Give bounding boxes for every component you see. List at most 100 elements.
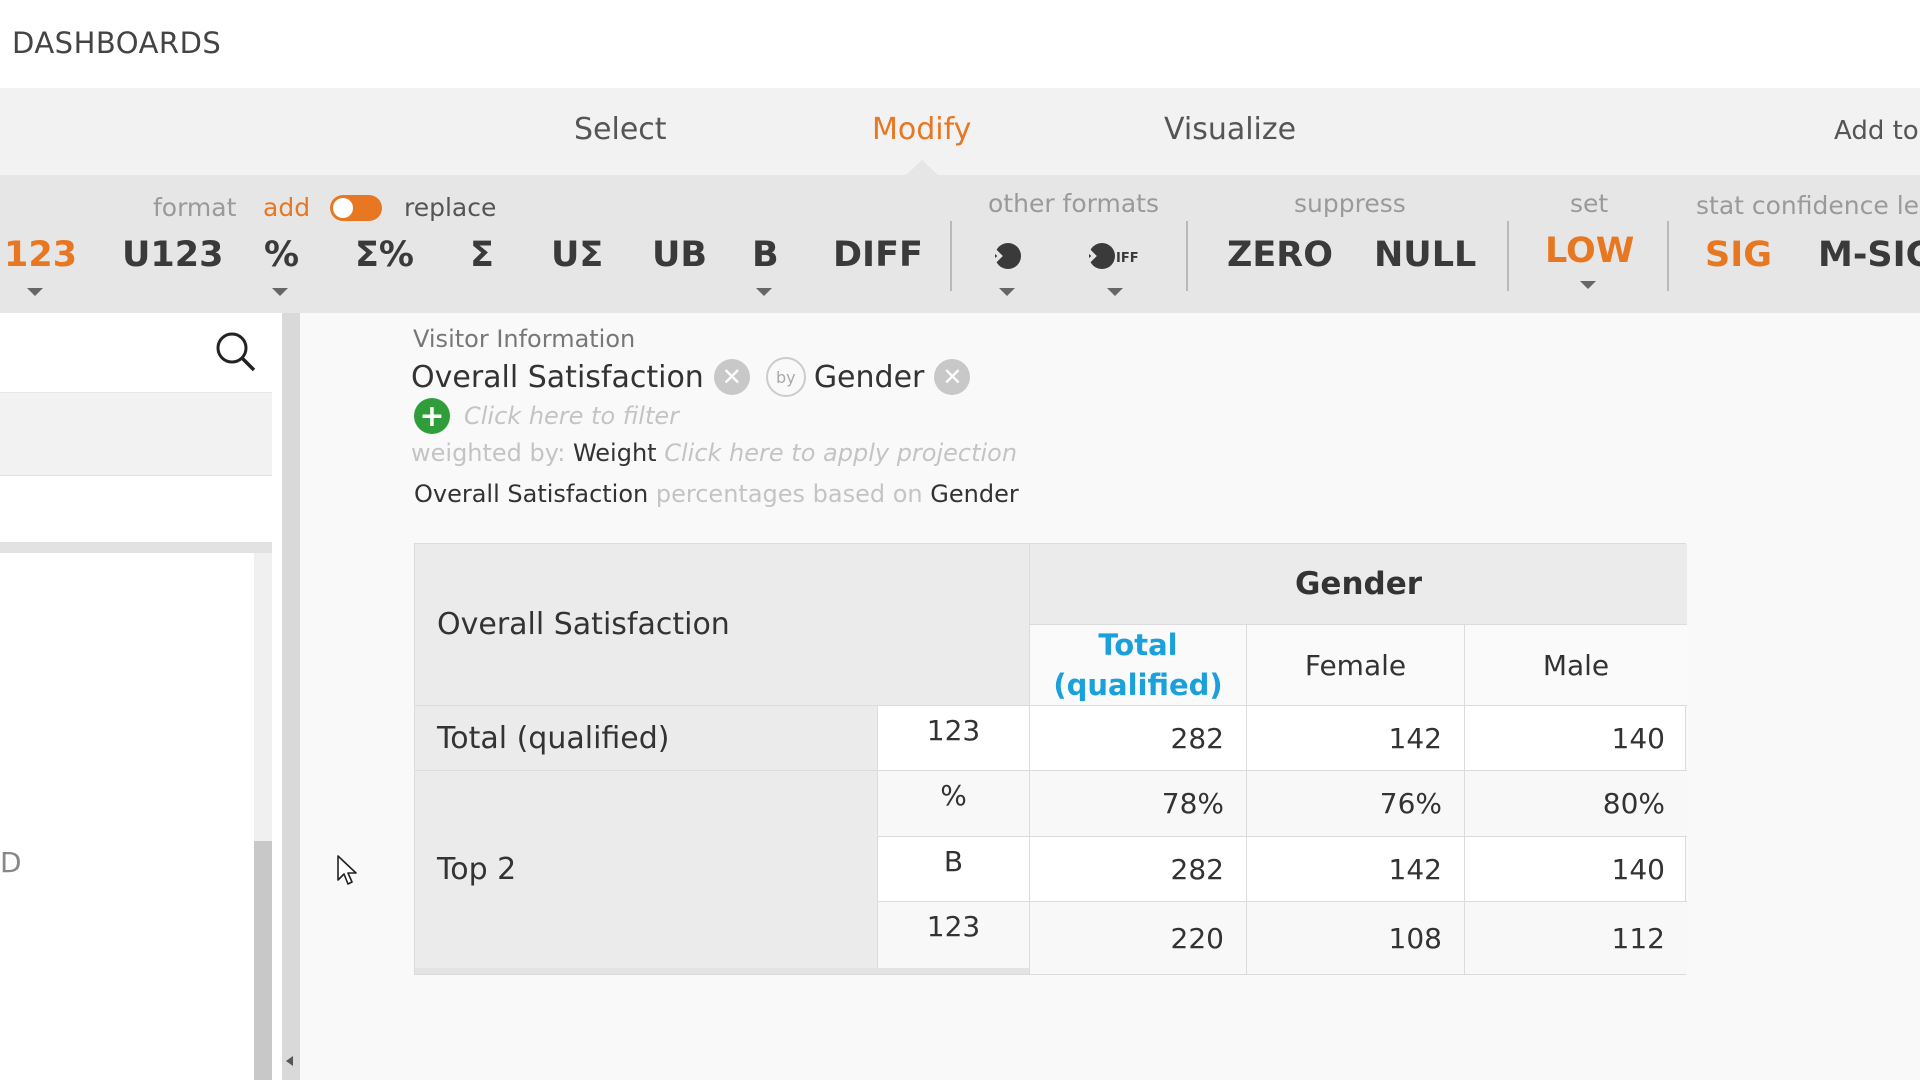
app-header: DASHBOARDS [0, 0, 1920, 88]
base-caret-icon[interactable] [756, 288, 772, 296]
dataset-name: Visitor Information [413, 325, 636, 353]
unweighted-count-button[interactable]: U123 [122, 235, 223, 275]
unweighted-sum-button[interactable]: UΣ [551, 235, 603, 275]
tab-visualize[interactable]: Visualize [1164, 112, 1296, 147]
left-panel-section [0, 393, 272, 475]
weighted-by-label: weighted by: [411, 439, 566, 467]
tabs-bar: Select Modify Visualize Add to [0, 88, 1920, 175]
msig-button[interactable]: M-SIG [1818, 235, 1920, 275]
column-variable[interactable]: Gender [814, 360, 925, 395]
percentage-base-row: Overall Satisfaction percentages based o… [414, 480, 1019, 508]
remove-column-variable-icon[interactable]: ✕ [934, 359, 971, 395]
table-cell: 112 [1464, 901, 1687, 974]
row-label-total: Total (qualified) [415, 705, 877, 770]
suppress-null-button[interactable]: NULL [1374, 235, 1476, 275]
tab-select[interactable]: Select [574, 112, 667, 147]
left-list-item-text: D [0, 846, 22, 879]
add-replace-toggle[interactable] [330, 195, 382, 221]
table-cell: 142 [1246, 836, 1464, 901]
percent-caret-icon[interactable] [272, 288, 288, 296]
stat-label: % [877, 770, 1029, 836]
main-content: Visitor Information Overall Satisfaction… [300, 313, 1920, 1080]
table-cell: 80% [1464, 770, 1687, 836]
active-tab-caret [906, 160, 938, 175]
toggle-knob [333, 198, 353, 218]
group-header: Gender [1029, 544, 1687, 624]
suppress-zero-button[interactable]: ZERO [1227, 235, 1333, 275]
tab-modify[interactable]: Modify [872, 112, 971, 147]
toolbar-separator [1186, 221, 1188, 291]
column-header-total[interactable]: Total (qualified) [1029, 624, 1246, 705]
stat-label: 123 [877, 901, 1029, 968]
table-cell: 140 [1464, 836, 1687, 901]
projection-placeholder[interactable]: Click here to apply projection [664, 439, 1017, 467]
filter-row: + Click here to filter [414, 398, 679, 434]
weight-row: weighted by: Weight Click here to apply … [411, 439, 1017, 467]
set-label: set [1570, 189, 1609, 218]
table-footer-bar [415, 968, 1029, 974]
confidence-low-button[interactable]: LOW [1545, 231, 1634, 271]
column-header-male[interactable]: Male [1464, 624, 1687, 705]
base-text: percentages based on [655, 480, 923, 508]
panel-splitter[interactable] [282, 313, 300, 1080]
stat-confidence-label: stat confidence le [1696, 191, 1920, 220]
replace-label[interactable]: replace [404, 193, 496, 222]
svg-text:IFF: IFF [1116, 251, 1139, 266]
add-label[interactable]: add [263, 193, 310, 222]
row-header: Overall Satisfaction [415, 544, 1029, 705]
diff-button[interactable]: DIFF [833, 235, 923, 275]
table-cell: 282 [1029, 836, 1246, 901]
app-title: DASHBOARDS [12, 26, 222, 60]
swap-by-icon[interactable]: by [765, 357, 806, 397]
left-scrollbar-thumb[interactable] [254, 841, 272, 1080]
toolbar-separator [950, 221, 952, 291]
query-row: Overall Satisfaction ✕ by Gender ✕ [411, 357, 971, 397]
toolbar-separator [1507, 221, 1509, 291]
sig-button[interactable]: SIG [1705, 235, 1772, 275]
add-filter-icon[interactable]: + [414, 398, 450, 434]
left-panel-divider [0, 543, 272, 553]
row-label-top2: Top 2 [415, 770, 877, 968]
column-header-female[interactable]: Female [1246, 624, 1464, 705]
row-variable[interactable]: Overall Satisfaction [411, 360, 704, 395]
suppress-label: suppress [1294, 189, 1406, 218]
stat-label: B [877, 836, 1029, 901]
base-column-variable[interactable]: Gender [930, 480, 1018, 508]
filter-placeholder[interactable]: Click here to filter [464, 402, 679, 430]
stat-label: 123 [877, 705, 1029, 770]
mean-icon[interactable] [988, 241, 1024, 271]
mean-diff-icon[interactable]: IFF [1082, 241, 1148, 271]
mouse-cursor-icon [337, 855, 357, 885]
other-formats-label: other formats [988, 189, 1159, 218]
left-search-bar[interactable] [0, 313, 272, 393]
format-label: format [153, 193, 237, 222]
table-cell: 78% [1029, 770, 1246, 836]
base-button[interactable]: B [752, 235, 779, 275]
table-cell: 76% [1246, 770, 1464, 836]
count-button[interactable]: 123 [4, 235, 77, 275]
table-cell: 220 [1029, 901, 1246, 974]
weight-variable[interactable]: Weight [573, 439, 657, 467]
toolbar-separator [1667, 221, 1669, 291]
unweighted-base-button[interactable]: UB [652, 235, 707, 275]
table-cell: 140 [1464, 705, 1687, 770]
remove-row-variable-icon[interactable]: ✕ [713, 359, 750, 395]
search-icon[interactable] [215, 331, 257, 373]
left-panel: D [0, 313, 300, 1080]
sum-percent-button[interactable]: Σ% [355, 235, 414, 275]
percent-button[interactable]: % [264, 235, 299, 275]
table-cell: 282 [1029, 705, 1246, 770]
base-row-variable: Overall Satisfaction [414, 480, 649, 508]
toolbar: format add replace other formats suppres… [0, 175, 1920, 313]
confidence-caret-icon[interactable] [1580, 281, 1596, 289]
tab-add-to[interactable]: Add to [1834, 116, 1919, 146]
collapse-arrow-icon[interactable] [286, 1056, 293, 1066]
mean-diff-caret-icon[interactable] [1107, 288, 1123, 296]
count-caret-icon[interactable] [27, 288, 43, 296]
sum-button[interactable]: Σ [470, 235, 494, 275]
crosstab-table: Overall Satisfaction Gender Total (quali… [414, 543, 1687, 975]
left-panel-row[interactable] [0, 475, 272, 543]
mean-caret-icon[interactable] [999, 288, 1015, 296]
table-cell: 142 [1246, 705, 1464, 770]
left-variable-list [0, 553, 254, 1080]
